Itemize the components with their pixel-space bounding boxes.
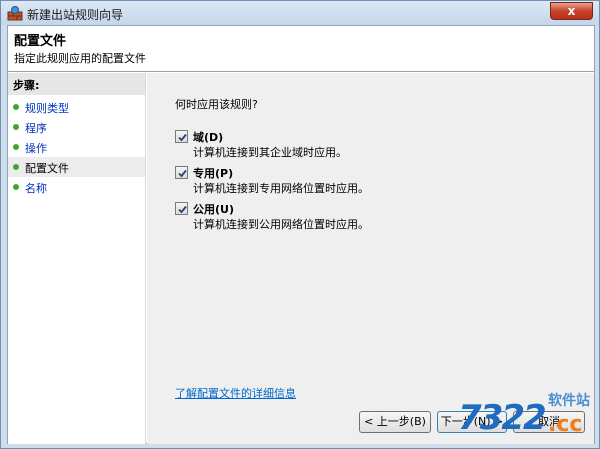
step-bullet-icon — [13, 164, 19, 170]
step-label: 程序 — [25, 122, 47, 135]
learn-more-link[interactable]: 了解配置文件的详细信息 — [175, 385, 296, 401]
step-rule-type[interactable]: 规则类型 — [8, 97, 145, 117]
public-label: 公用(U) — [193, 203, 234, 216]
watermark-number: 7322 — [458, 398, 547, 438]
domain-label: 域(D) — [193, 131, 224, 144]
checkmark-icon — [178, 205, 187, 214]
wizard-window: 新建出站规则向导 x 配置文件 指定此规则应用的配置文件 步骤: 规则类型 程序… — [0, 0, 600, 449]
step-bullet-icon — [13, 104, 19, 110]
checkmark-icon — [178, 169, 187, 178]
step-label: 名称 — [25, 182, 47, 195]
question-text: 何时应用该规则? — [175, 98, 258, 111]
step-profile[interactable]: 配置文件 — [8, 157, 145, 177]
watermark-suffix: .cc — [548, 412, 583, 437]
page-title: 配置文件 — [14, 34, 67, 49]
checkmark-icon — [178, 133, 187, 142]
back-button[interactable]: < 上一步(B) — [359, 411, 431, 433]
step-bullet-icon — [13, 124, 19, 130]
watermark-logo: 软件站 7322 .cc — [448, 388, 598, 448]
step-label: 规则类型 — [25, 102, 69, 115]
firewall-icon — [7, 6, 23, 21]
steps-sidebar: 步骤: 规则类型 程序 操作 配置文件 名称 — [8, 73, 146, 444]
private-checkbox[interactable] — [175, 166, 188, 179]
page-subtitle: 指定此规则应用的配置文件 — [14, 52, 146, 65]
domain-checkbox[interactable] — [175, 130, 188, 143]
private-label: 专用(P) — [193, 167, 234, 180]
step-label: 操作 — [25, 142, 47, 155]
step-label: 配置文件 — [25, 162, 69, 175]
title-bar[interactable]: 新建出站规则向导 x — [1, 1, 599, 25]
step-name[interactable]: 名称 — [8, 177, 145, 197]
step-program[interactable]: 程序 — [8, 117, 145, 137]
wizard-header: 配置文件 指定此规则应用的配置文件 — [8, 26, 594, 72]
close-button[interactable]: x — [550, 2, 593, 20]
watermark-top-text: 软件站 — [548, 393, 590, 409]
private-description: 计算机连接到专用网络位置时应用。 — [193, 182, 369, 195]
step-bullet-icon — [13, 144, 19, 150]
public-checkbox[interactable] — [175, 202, 188, 215]
domain-description: 计算机连接到其企业域时应用。 — [193, 146, 347, 159]
step-bullet-icon — [13, 184, 19, 190]
wizard-client-area: 配置文件 指定此规则应用的配置文件 步骤: 规则类型 程序 操作 配置文件 名称… — [7, 25, 595, 444]
public-description: 计算机连接到公用网络位置时应用。 — [193, 218, 369, 231]
window-title: 新建出站规则向导 — [27, 8, 124, 22]
step-action[interactable]: 操作 — [8, 137, 145, 157]
steps-heading: 步骤: — [8, 73, 145, 95]
